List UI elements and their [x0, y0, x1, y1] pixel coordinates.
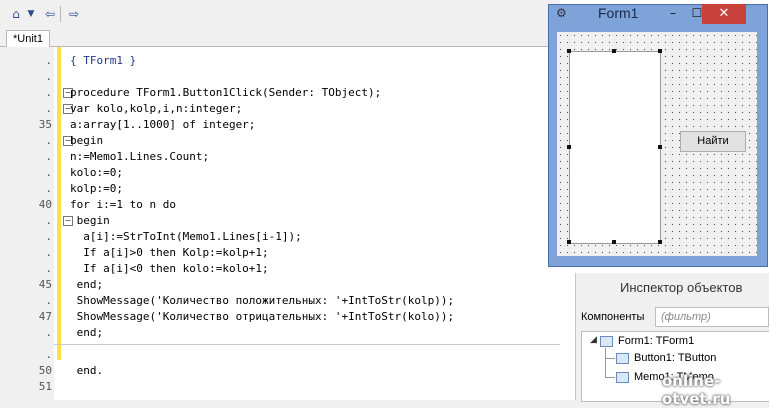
- line-number: .: [45, 294, 52, 307]
- tree-node-button1[interactable]: Button1: TButton: [634, 352, 716, 364]
- code-line: 51: [0, 379, 560, 395]
- toolbar-separator: [60, 6, 61, 22]
- procedure-separator: [54, 344, 560, 345]
- form-icon: [600, 336, 613, 347]
- line-number: 35: [38, 118, 52, 131]
- tree-expand-icon[interactable]: ◢: [590, 334, 597, 345]
- filter-input[interactable]: (фильтр): [655, 307, 769, 327]
- code-text: kolp:=0;: [70, 182, 123, 195]
- code-line: .: [0, 347, 560, 363]
- resize-handle[interactable]: [658, 240, 662, 244]
- line-number: 50: [38, 364, 52, 377]
- code-text: ShowMessage('Количество положительных: '…: [70, 294, 455, 307]
- resize-handle[interactable]: [658, 145, 662, 149]
- code-text: begin: [70, 134, 104, 147]
- minimize-button[interactable]: –: [664, 5, 682, 21]
- code-line: . kolo:=0;: [0, 165, 560, 181]
- watermark: online-otvet.ru: [662, 372, 731, 408]
- line-number: .: [45, 326, 52, 339]
- code-line: . If a[i]>0 then Kolp:=kolp+1;: [0, 245, 560, 261]
- line-number: .: [45, 214, 52, 227]
- code-text: end;: [70, 278, 104, 291]
- code-line: . − begin: [0, 133, 560, 149]
- line-number: .: [45, 262, 52, 275]
- resize-handle[interactable]: [658, 49, 662, 53]
- memo1-component[interactable]: [569, 51, 661, 244]
- memo-icon: [616, 372, 629, 383]
- code-line: . ShowMessage('Количество положительных:…: [0, 293, 560, 309]
- line-number: 51: [38, 380, 52, 393]
- code-line: 50 end.: [0, 363, 560, 379]
- code-line: . n:=Memo1.Lines.Count;: [0, 149, 560, 165]
- line-number: .: [45, 348, 52, 361]
- line-number: 47: [38, 310, 52, 323]
- code-line: 40 for i:=1 to n do: [0, 197, 560, 213]
- code-line: . a[i]:=StrToInt(Memo1.Lines[i-1]);: [0, 229, 560, 245]
- toggle-form-unit-icon[interactable]: ⌂: [8, 6, 24, 22]
- line-number: .: [45, 86, 52, 99]
- line-number: .: [45, 54, 52, 67]
- form-title: Form1: [598, 5, 639, 21]
- resize-handle[interactable]: [567, 240, 571, 244]
- code-text: n:=Memo1.Lines.Count;: [70, 150, 210, 163]
- resize-handle[interactable]: [612, 49, 616, 53]
- code-text: { TForm1 }: [70, 53, 136, 69]
- tree-connector: [605, 348, 606, 378]
- tab-unit1[interactable]: *Unit1: [6, 30, 50, 48]
- resize-handle[interactable]: [567, 49, 571, 53]
- code-line: 45 end;: [0, 277, 560, 293]
- line-number: .: [45, 182, 52, 195]
- line-number: .: [45, 134, 52, 147]
- code-line: .: [0, 69, 560, 85]
- code-line: . − procedure TForm1.Button1Click(Sender…: [0, 85, 560, 101]
- find-button[interactable]: Найти: [680, 131, 746, 152]
- resize-handle[interactable]: [612, 240, 616, 244]
- resize-handle[interactable]: [567, 145, 571, 149]
- code-line: . − var kolo,kolp,i,n:integer;: [0, 101, 560, 117]
- form-gear-icon: ⚙: [556, 6, 567, 20]
- tree-connector: [605, 358, 615, 359]
- code-text: a[i]:=StrToInt(Memo1.Lines[i-1]);: [70, 230, 302, 243]
- line-number: .: [45, 246, 52, 259]
- code-comment: { TForm1 }: [70, 54, 137, 67]
- inspector-title: Инспектор объектов: [620, 280, 743, 295]
- code-line: 35 a:array[1..1000] of integer;: [0, 117, 560, 133]
- dropdown-arrow-icon[interactable]: ▼: [26, 6, 36, 22]
- line-number: .: [45, 230, 52, 243]
- code-text: a:array[1..1000] of integer;: [70, 118, 256, 131]
- code-editor[interactable]: . { TForm1 } . . − procedure TForm1.Butt…: [0, 47, 560, 400]
- code-text: kolo:=0;: [70, 166, 123, 179]
- code-text: ShowMessage('Количество отрицательных: '…: [70, 310, 455, 323]
- code-line: 47 ShowMessage('Количество отрицательных…: [0, 309, 560, 325]
- button-icon: [616, 353, 629, 364]
- tree-connector: [605, 377, 615, 378]
- line-number: .: [45, 166, 52, 179]
- line-number: .: [45, 102, 52, 115]
- code-text: begin: [70, 214, 110, 227]
- components-label: Компоненты: [581, 311, 645, 323]
- code-text: end;: [70, 326, 104, 339]
- line-number: 40: [38, 198, 52, 211]
- line-number: .: [45, 150, 52, 163]
- line-number: .: [45, 70, 52, 83]
- code-text: for i:=1 to n do: [70, 198, 176, 211]
- code-text: var kolo,kolp,i,n:integer;: [70, 102, 243, 115]
- code-text: end.: [70, 364, 104, 377]
- code-text: If a[i]<0 then kolo:=kolo+1;: [70, 262, 269, 275]
- back-icon[interactable]: ⇦: [42, 6, 58, 22]
- close-button[interactable]: ✕: [702, 4, 746, 24]
- code-line: . end;: [0, 325, 560, 341]
- line-number: 45: [38, 278, 52, 291]
- code-line: . If a[i]<0 then kolo:=kolo+1;: [0, 261, 560, 277]
- editor-tabbar: *Unit1: [0, 30, 560, 48]
- code-line: . − begin: [0, 213, 560, 229]
- code-text: procedure TForm1.Button1Click(Sender: TO…: [70, 86, 382, 99]
- code-line: . kolp:=0;: [0, 181, 560, 197]
- code-text: If a[i]>0 then Kolp:=kolp+1;: [70, 246, 269, 259]
- tree-node-form1[interactable]: Form1: TForm1: [618, 335, 694, 347]
- code-line: . { TForm1 }: [0, 53, 560, 69]
- forward-icon[interactable]: ⇨: [66, 6, 82, 22]
